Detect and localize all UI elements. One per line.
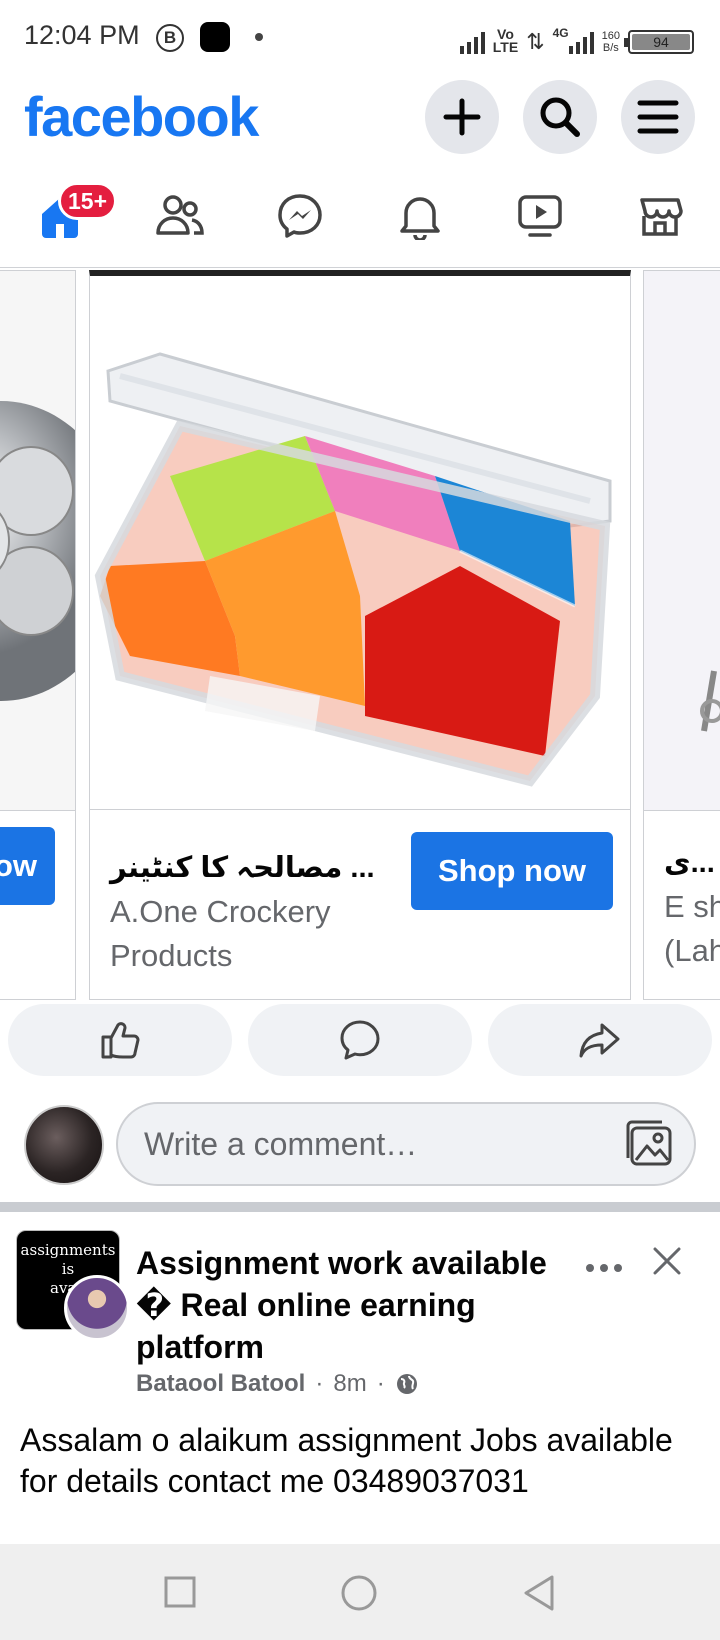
more-options-button[interactable] [584,1248,624,1282]
more-icon [586,1264,622,1272]
signal-icon-2 [568,30,594,54]
post-meta: Bataool Batool · 8m · [136,1370,419,1398]
ad-title[interactable]: مصالحہ کا کنٹینر ... [110,850,375,885]
tab-friends[interactable] [150,186,210,246]
signal-icon [459,30,485,54]
product-image-spice-container[interactable] [90,276,630,810]
home-button[interactable] [340,1574,378,1617]
product-image-steel-containers[interactable] [0,271,75,811]
network-speed: 160 B/s [602,30,620,54]
comment-icon [340,1020,380,1060]
carousel-card-right[interactable]: ی... E sh (Lah [643,270,720,1000]
post-author[interactable]: Bataool Batool [136,1370,305,1398]
advertiser-right-line1: E sh [664,889,720,924]
author-avatar[interactable] [64,1275,130,1341]
more-notifications-dot-icon [255,33,263,41]
b-icon: B [156,24,184,52]
like-button[interactable] [8,1004,232,1076]
circle-icon [341,1575,377,1611]
plus-icon [443,98,481,136]
messenger-icon [278,194,322,238]
recent-apps-button[interactable] [164,1576,196,1613]
square-icon [164,1576,196,1608]
ad-carousel[interactable]: ow مصالحہ [0,268,720,1000]
share-icon [579,1023,620,1058]
menu-button[interactable] [621,80,695,154]
spice-container-image [94,352,612,787]
volte-label: Vo LTE [492,26,519,55]
product-image-right[interactable] [644,271,720,811]
shop-now-button[interactable]: Shop now [411,832,613,910]
carousel-card-main[interactable]: مصالحہ کا کنٹینر ... A.One Crockery Prod… [89,270,631,1000]
meta-separator-2: · [376,1370,385,1397]
battery-level: 94 [632,34,690,50]
comment-placeholder: Write a comment… [144,1126,418,1162]
ad-title-right[interactable]: ی... [664,845,715,880]
search-button[interactable] [523,80,597,154]
battery-icon: 94 [624,30,694,54]
friends-icon [156,195,204,235]
advertiser-name[interactable]: A.One Crockery Products [110,890,400,978]
carousel-card-left[interactable]: ow [0,270,76,1000]
bell-icon [400,197,440,240]
back-triangle-icon [524,1575,554,1611]
status-time: 12:04 PM [24,20,140,50]
meta-separator: · [315,1370,324,1397]
tab-marketplace[interactable] [630,186,690,246]
system-nav-bar [0,1544,720,1640]
search-icon [540,97,580,137]
post-divider [0,1202,720,1212]
status-indicators: Vo LTE ⇅ 4G 160 B/s 94 [459,18,694,55]
facebook-logo[interactable]: facebook [24,84,259,149]
user-avatar[interactable] [24,1105,104,1185]
steel-container-image [0,401,75,701]
notification-badge: 15+ [58,182,118,220]
tab-bar: 15+ [0,172,720,268]
close-icon [653,1247,681,1275]
photo-icon [626,1120,672,1166]
back-button[interactable] [522,1574,556,1617]
shop-now-button-left[interactable]: ow [0,827,55,905]
photo-button[interactable] [624,1118,676,1175]
status-bar: 12:04 PM B Vo LTE ⇅ 4G 160 B/s 94 [0,0,720,72]
advertiser-right-line2: (Lah [664,933,720,968]
speed-value: 160 [601,30,620,42]
comment-input[interactable]: Write a comment… [116,1102,696,1186]
create-button[interactable] [425,80,499,154]
app-notification-icon [200,22,230,52]
video-icon [518,195,562,237]
right-product-image [700,670,720,732]
globe-icon [396,1374,417,1394]
speed-unit: B/s [602,42,619,54]
data-arrows-icon: ⇅ [526,29,545,54]
post-time[interactable]: 8m [333,1370,366,1398]
post-title[interactable]: Assignment work available � Real online … [136,1242,556,1368]
tab-video[interactable] [510,186,570,246]
tab-notifications[interactable] [390,186,450,246]
post-body: Assalam o alaikum assignment Jobs availa… [20,1422,673,1499]
menu-icon [637,100,679,134]
hide-post-button[interactable] [650,1244,684,1278]
comment-button[interactable] [248,1004,472,1076]
marketplace-icon [640,198,683,236]
share-button[interactable] [488,1004,712,1076]
tab-messenger[interactable] [270,186,330,246]
network-type: 4G [552,26,569,40]
advertiser-right[interactable]: E sh (Lah [664,885,720,973]
like-icon [101,1022,140,1059]
